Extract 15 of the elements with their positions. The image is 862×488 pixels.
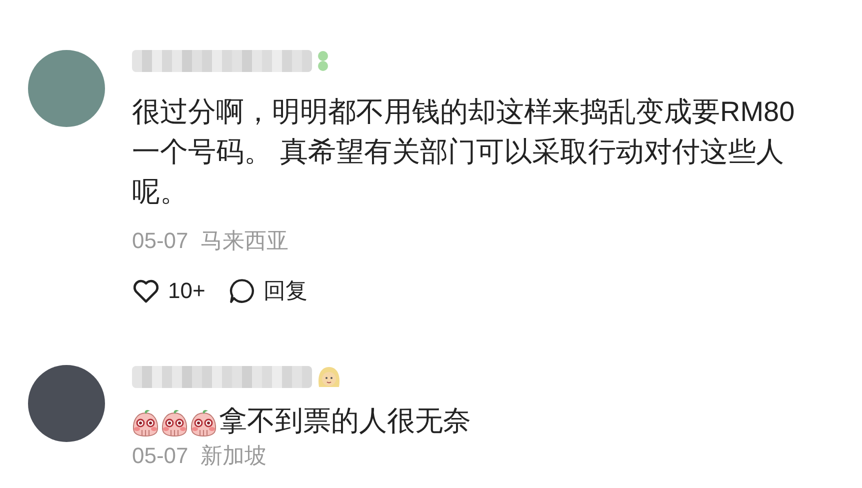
heart-icon [132, 278, 160, 304]
reply-button[interactable]: 回复 [229, 274, 308, 307]
comment-text: 拿不到票的人很无奈 [132, 401, 812, 441]
girl-face-icon [316, 365, 342, 389]
like-button[interactable]: 10+ [132, 274, 206, 307]
crying-peach-icon [190, 408, 217, 437]
comment-text: 很过分啊，明明都不用钱的却这样来捣乱变成要RM80一个号码。 真希望有关部门可以采取行动对付这些人呢。 [132, 95, 796, 209]
comment-location: 马来西亚 [200, 228, 288, 254]
leaf-badge-icon [316, 51, 330, 71]
comment-date: 05-07 [132, 443, 188, 469]
crying-peach-icon [161, 408, 188, 437]
crying-peach-icon [132, 408, 159, 437]
comment-location: 新加坡 [200, 443, 266, 469]
comment-date: 05-07 [132, 228, 188, 254]
speech-bubble-icon [229, 278, 256, 304]
